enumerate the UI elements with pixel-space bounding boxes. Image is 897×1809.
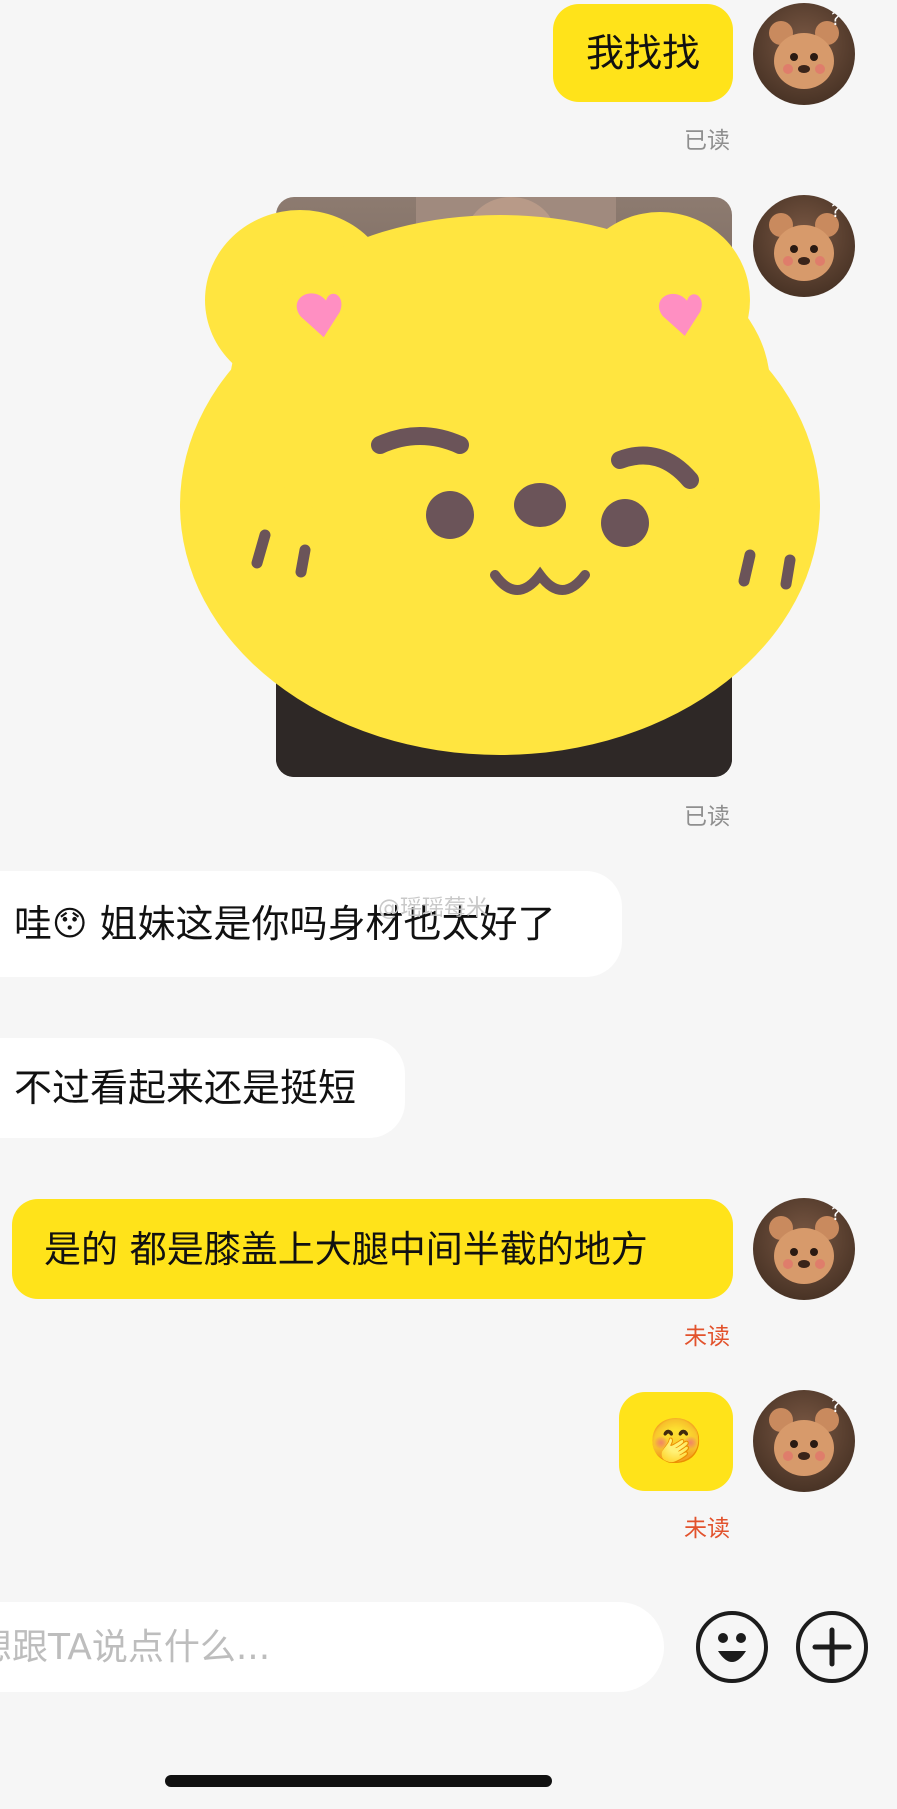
- message-bubble-theirs[interactable]: 哇 😯 姐妹这是你吗身材也太好了: [0, 871, 622, 977]
- hand-over-mouth-emoji: 🤭: [648, 1415, 704, 1467]
- smiley-face-icon: [718, 1633, 746, 1662]
- emoji-button[interactable]: [696, 1611, 768, 1683]
- avatar[interactable]: ?: [753, 3, 855, 105]
- home-indicator[interactable]: [165, 1775, 552, 1787]
- message-bubble-theirs[interactable]: 不过看起来还是挺短: [0, 1038, 405, 1138]
- message-text: 不过看起来还是挺短: [14, 1066, 357, 1110]
- message-bubble-mine[interactable]: 是的 都是膝盖上大腿中间半截的地方: [12, 1199, 733, 1299]
- watermark: @瑶瑶莓米: [378, 896, 489, 921]
- message-text: 是的 都是膝盖上大腿中间半截的地方: [44, 1227, 648, 1271]
- astonished-emoji: 😯: [52, 904, 88, 944]
- avatar[interactable]: ?: [753, 195, 855, 297]
- svg-text:?: ?: [831, 1204, 841, 1225]
- read-status: 已读: [684, 128, 730, 154]
- unread-status: 未读: [684, 1516, 730, 1542]
- read-status: 已读: [684, 804, 730, 830]
- more-button[interactable]: [796, 1611, 868, 1683]
- bear-sticker: [170, 205, 850, 779]
- message-bubble-mine[interactable]: 🤭: [619, 1392, 733, 1491]
- unread-status: 未读: [684, 1324, 730, 1350]
- message-input-bar[interactable]: [0, 1602, 664, 1692]
- plus-icon: [812, 1627, 852, 1667]
- svg-text:?: ?: [831, 1396, 841, 1417]
- message-text: 我找找: [585, 31, 700, 75]
- avatar[interactable]: ?: [753, 1198, 855, 1300]
- svg-text:?: ?: [831, 9, 841, 30]
- message-bubble-mine[interactable]: 我找找: [553, 4, 733, 102]
- avatar[interactable]: ?: [753, 1390, 855, 1492]
- message-text: 哇: [14, 902, 53, 946]
- message-input[interactable]: [0, 1625, 618, 1669]
